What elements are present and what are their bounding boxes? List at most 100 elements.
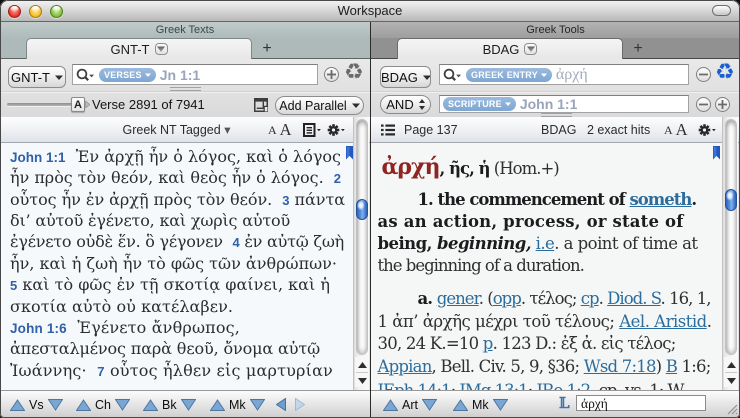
nav-down-button[interactable] — [115, 399, 130, 411]
display-format-button[interactable] — [303, 123, 321, 137]
hyperlink[interactable]: IMg 13:1 — [459, 381, 527, 390]
font-larger-button[interactable]: A — [280, 120, 292, 140]
scroll-thumb-left[interactable] — [356, 199, 368, 220]
search-field-right[interactable]: GREEK ENTRY ἀρχή — [439, 64, 689, 85]
text-content-left[interactable]: John 1:1 Ἐν ἀρχῇ ἦν ὁ λόγος, καὶ ὁ λόγος… — [0, 143, 353, 390]
toolbar-toggle-button[interactable] — [712, 5, 731, 16]
text-size-slider-thumb[interactable]: A — [71, 97, 85, 112]
nav-up-button[interactable] — [76, 399, 91, 411]
scripture-input[interactable]: John 1:1 — [520, 96, 578, 112]
pane-divider[interactable] — [370, 22, 371, 418]
hyperlink[interactable]: IEph 14:1 — [378, 381, 451, 390]
scrollbar-left[interactable] — [353, 117, 369, 390]
operator-select-button[interactable]: AND — [380, 95, 431, 114]
plus-icon — [327, 70, 336, 79]
hyperlink[interactable]: Ael. Aristid — [619, 312, 707, 331]
font-smaller-button[interactable]: A — [664, 123, 673, 138]
title-bar[interactable]: Workspace — [0, 0, 740, 22]
field-resize-grip-left[interactable] — [170, 87, 201, 91]
search-scope-pill-left[interactable]: VERSES — [99, 68, 156, 82]
close-button[interactable] — [8, 5, 21, 18]
text-run: ἦν, καὶ ἡ ζωὴ ἦν τὸ φῶς τῶν ἀνθρώπων· — [10, 254, 337, 273]
scroll-thumb-right[interactable] — [725, 189, 737, 211]
lemma-input[interactable]: ἀρχή — [576, 395, 706, 411]
nav-down-button[interactable] — [493, 399, 508, 411]
bookmark-icon[interactable] — [346, 146, 353, 160]
hyperlink[interactable]: cp — [581, 289, 599, 308]
add-scripture-row-button[interactable] — [715, 97, 730, 112]
nav-down-button[interactable] — [181, 399, 196, 411]
hyperlink[interactable]: i.e — [536, 234, 555, 253]
nav-down-button[interactable] — [422, 399, 437, 411]
window-resize-grip[interactable] — [726, 403, 738, 415]
minimize-button[interactable] — [29, 5, 42, 18]
scripture-field[interactable]: SCRIPTURE John 1:1 — [439, 95, 689, 113]
magnifier-icon[interactable] — [76, 68, 95, 82]
tab-bdag-label: BDAG — [483, 42, 520, 57]
greek-texts-pane: Greek Texts GNT-T + GNT-T VERSES Jn 1:1 … — [0, 22, 370, 418]
nav-up-button[interactable] — [383, 399, 398, 411]
nav-up-button[interactable] — [453, 399, 468, 411]
hyperlink[interactable]: Appian — [378, 357, 432, 376]
nav-down-button[interactable] — [48, 399, 63, 411]
remove-search-row-button[interactable] — [696, 67, 711, 82]
greek-text-line: οὗτος ἦν ἐν ἀρχῇ πρὸς τὸν θεόν. 3 πάντα — [10, 189, 345, 211]
nav-group-mk: Mk — [210, 394, 265, 415]
history-back-button[interactable] — [276, 394, 286, 415]
text-display-title[interactable]: Greek NT Tagged — [123, 123, 221, 137]
text-run: . 123 D.: ἐξ ἀ. εἰς τέλος; — [493, 334, 676, 353]
text-content-right[interactable]: ἀρχή, ῆς, ἡ (Hom.+)1. the commencement o… — [371, 143, 722, 390]
list-menu-icon[interactable] — [381, 124, 395, 136]
tab-menu-icon[interactable] — [155, 43, 168, 55]
zoom-button[interactable] — [50, 5, 63, 18]
nav-up-button[interactable] — [10, 399, 25, 411]
tab-menu-icon[interactable] — [524, 43, 537, 55]
scroll-down-arrow-left[interactable] — [355, 373, 369, 388]
text-run: , cp. vs. 1; W — [590, 381, 683, 390]
gear-menu-button[interactable] — [698, 123, 716, 137]
hyperlink[interactable]: gener — [437, 289, 479, 308]
scroll-up-arrow-left[interactable] — [355, 357, 369, 372]
search-input-left[interactable]: Jn 1:1 — [160, 67, 200, 83]
scroll-up-arrow-right[interactable] — [724, 357, 738, 372]
gear-menu-button[interactable] — [327, 123, 345, 137]
hyperlink[interactable]: Wsd 7:18 — [584, 357, 656, 376]
scroll-down-arrow-right[interactable] — [724, 373, 738, 388]
tab-gnt-t[interactable]: GNT-T — [26, 38, 252, 59]
nav-down-button[interactable] — [250, 399, 265, 411]
hyperlink[interactable]: p — [483, 334, 493, 353]
new-tab-button-left[interactable]: + — [253, 39, 281, 58]
bdag-entry-line: IEph 14:1; IMg 13:1; IRo 1:2, cp. vs. 1;… — [378, 380, 684, 390]
module-select-button-right[interactable]: BDAG — [380, 66, 431, 88]
research-recycle-icon-right[interactable]: ♻ — [715, 62, 735, 84]
nav-up-button[interactable] — [143, 399, 158, 411]
font-smaller-button[interactable]: A — [268, 123, 277, 138]
new-tab-button-right[interactable]: + — [624, 39, 652, 58]
text-run: ) — [656, 357, 666, 376]
panes-icon[interactable] — [254, 98, 268, 112]
greek-entry-input[interactable]: ἀρχή — [556, 66, 588, 84]
remove-scripture-row-button[interactable] — [696, 97, 711, 112]
add-search-row-button-left[interactable] — [324, 67, 339, 82]
hyperlink[interactable]: someth — [630, 190, 692, 209]
hyperlink[interactable]: Diod. S — [607, 289, 660, 308]
add-parallel-button[interactable]: Add Parallel — [275, 96, 364, 115]
module-select-button-left[interactable]: GNT-T — [8, 66, 66, 88]
font-larger-button[interactable]: A — [676, 120, 688, 140]
tab-bdag[interactable]: BDAG — [397, 38, 623, 59]
hyperlink[interactable]: opp — [493, 289, 521, 308]
scrollbar-right[interactable] — [722, 117, 738, 390]
hyperlink[interactable]: IRo 1:2 — [536, 381, 590, 390]
nav-up-button[interactable] — [210, 399, 225, 411]
magnifier-icon[interactable] — [443, 68, 462, 82]
search-scope-pill-right[interactable]: GREEK ENTRY — [466, 68, 552, 82]
scripture-scope-pill[interactable]: SCRIPTURE — [443, 97, 516, 111]
history-forward-button[interactable] — [295, 394, 305, 415]
toolbar-right: BDAG GREEK ENTRY ἀρχή ♻ AND SCRIPTURE Jo… — [371, 59, 740, 117]
text-size-slider-track[interactable] — [7, 103, 77, 106]
research-recycle-icon-left[interactable]: ♻ — [344, 62, 364, 84]
search-field-left[interactable]: VERSES Jn 1:1 — [72, 64, 318, 85]
hyperlink[interactable]: B — [666, 357, 677, 376]
text-run: ἀρχή — [382, 154, 440, 180]
bookmark-icon[interactable] — [713, 146, 720, 160]
